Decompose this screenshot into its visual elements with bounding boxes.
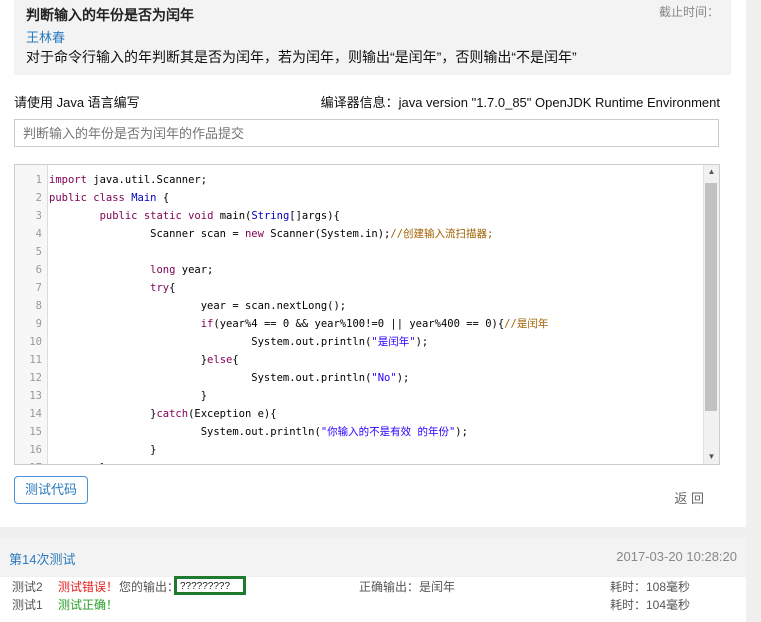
code-editor[interactable]: 1 import java.util.Scanner; 2 public class … <box>14 164 720 465</box>
compiler-info: 编译器信息：java version "1.7.0_85" OpenJDK Ru… <box>320 95 720 110</box>
line-number: 12 <box>29 372 42 384</box>
line-number: 7 <box>35 282 42 294</box>
code-line[interactable]: 2 public class Main { <box>15 189 719 207</box>
test-code-button[interactable]: 测试代码 <box>14 476 88 504</box>
code-text[interactable]: } <box>49 459 106 464</box>
code-line[interactable]: 4 Scanner scan = new Scanner(System.in);… <box>15 225 719 243</box>
scroll-up-arrow-icon[interactable]: ▲ <box>704 165 719 179</box>
code-line[interactable]: 7 try{ <box>15 279 719 297</box>
your-output-label: 您的输出： <box>119 580 180 594</box>
code-line[interactable]: 14 }catch(Exception e){ <box>15 405 719 423</box>
line-number: 2 <box>35 192 42 204</box>
code-text[interactable]: public class Main { <box>49 189 169 207</box>
code-text[interactable]: if(year%4 == 0 && year%100!=0 || year%40… <box>49 315 549 333</box>
code-line[interactable]: 1 import java.util.Scanner; <box>15 171 719 189</box>
code-line[interactable]: 10 System.out.println("是闰年"); <box>15 333 719 351</box>
line-number: 13 <box>29 390 42 402</box>
run-label[interactable]: 第14次测试 <box>9 549 75 568</box>
author-link[interactable]: 王林春 <box>26 27 65 46</box>
line-number: 1 <box>35 174 42 186</box>
line-number: 17 <box>15 459 42 464</box>
code-line[interactable]: 3 public static void main(String[]args){ <box>15 207 719 225</box>
code-text[interactable]: } <box>49 441 156 459</box>
submission-title-input[interactable] <box>14 119 719 147</box>
expected-output-value: 是闰年 <box>419 580 456 594</box>
code-line[interactable]: 6 long year; <box>15 261 719 279</box>
scroll-down-arrow-icon[interactable]: ▼ <box>704 450 719 464</box>
code-text[interactable]: System.out.println("你输入的不是有效 的年份"); <box>49 423 468 441</box>
line-number: 11 <box>29 354 42 366</box>
code-text[interactable]: System.out.println("是闰年"); <box>49 333 428 351</box>
language-note: 请使用 Java 语言编写 <box>14 95 140 110</box>
code-line[interactable]: 9 if(year%4 == 0 && year%100!=0 || year%… <box>15 315 719 333</box>
code-text[interactable]: long year; <box>49 261 213 279</box>
back-link[interactable]: 返 回 <box>674 488 704 507</box>
line-number: 3 <box>35 210 42 222</box>
code-text[interactable]: } <box>49 387 207 405</box>
test-name: 测试2 <box>12 580 43 594</box>
task-panel: 判断输入的年份是否为闰年 截止时间： 王林春 对于命令行输入的年判断其是否为闰年… <box>0 0 746 527</box>
code-line[interactable]: 17 } <box>15 459 719 464</box>
test-results: 测试2 测试错误！ 您的输出： ????????? 正确输出：是闰年 耗时：10… <box>0 576 746 622</box>
scrollbar-thumb[interactable] <box>705 183 717 411</box>
code-lines[interactable]: 1 import java.util.Scanner; 2 public class … <box>15 171 719 464</box>
test-duration: 耗时：108毫秒 <box>610 580 691 594</box>
code-text[interactable]: }else{ <box>49 351 239 369</box>
test-duration: 耗时：104毫秒 <box>610 598 691 612</box>
test-status-ok: 测试正确！ <box>58 598 119 612</box>
test-status-error: 测试错误！ <box>58 580 119 594</box>
line-number: 14 <box>29 408 42 420</box>
line-number: 8 <box>35 300 42 312</box>
code-line[interactable]: 11 }else{ <box>15 351 719 369</box>
code-line[interactable]: 5 <box>15 243 719 261</box>
code-text[interactable]: Scanner scan = new Scanner(System.in);//… <box>49 225 493 243</box>
code-text[interactable]: }catch(Exception e){ <box>49 405 276 423</box>
code-line[interactable]: 15 System.out.println("你输入的不是有效 的年份"); <box>15 423 719 441</box>
line-number: 4 <box>35 228 42 240</box>
line-number: 10 <box>29 336 42 348</box>
editor-scrollbar[interactable]: ▲ ▼ <box>703 165 719 464</box>
line-number: 15 <box>29 426 42 438</box>
line-number: 16 <box>29 444 42 456</box>
line-number: 9 <box>35 318 42 330</box>
code-line[interactable]: 8 year = scan.nextLong(); <box>15 297 719 315</box>
run-header: 第14次测试 2017-03-20 10:28:20 <box>0 538 746 576</box>
test-result-row: 测试2 测试错误！ 您的输出： ????????? 正确输出：是闰年 耗时：10… <box>0 576 746 596</box>
expected-output: 正确输出：是闰年 <box>359 578 455 596</box>
task-header: 判断输入的年份是否为闰年 截止时间： 王林春 对于命令行输入的年判断其是否为闰年… <box>14 0 731 75</box>
code-line[interactable]: 12 System.out.println("No"); <box>15 369 719 387</box>
code-text[interactable]: System.out.println("No"); <box>49 369 409 387</box>
code-text[interactable]: public static void main(String[]args){ <box>49 207 340 225</box>
run-timestamp: 2017-03-20 10:28:20 <box>616 549 737 564</box>
your-output-value: ????????? <box>174 576 246 595</box>
line-number: 6 <box>35 264 42 276</box>
line-number: 5 <box>35 246 42 258</box>
test-result-row: 测试1 测试正确！ 耗时：104毫秒 <box>0 596 746 614</box>
task-description: 对于命令行输入的年判断其是否为闰年，若为闰年，则输出“是闰年”，否则输出“不是闰… <box>26 49 577 65</box>
code-text[interactable]: try{ <box>49 279 175 297</box>
test-name: 测试1 <box>12 598 43 612</box>
code-line[interactable]: 13 } <box>15 387 719 405</box>
task-title: 判断输入的年份是否为闰年 <box>26 7 194 23</box>
expected-output-label: 正确输出： <box>359 580 420 594</box>
code-text[interactable]: import java.util.Scanner; <box>49 171 207 189</box>
code-line[interactable]: 16 } <box>15 441 719 459</box>
deadline-label: 截止时间： <box>658 5 719 19</box>
code-text[interactable]: year = scan.nextLong(); <box>49 297 346 315</box>
